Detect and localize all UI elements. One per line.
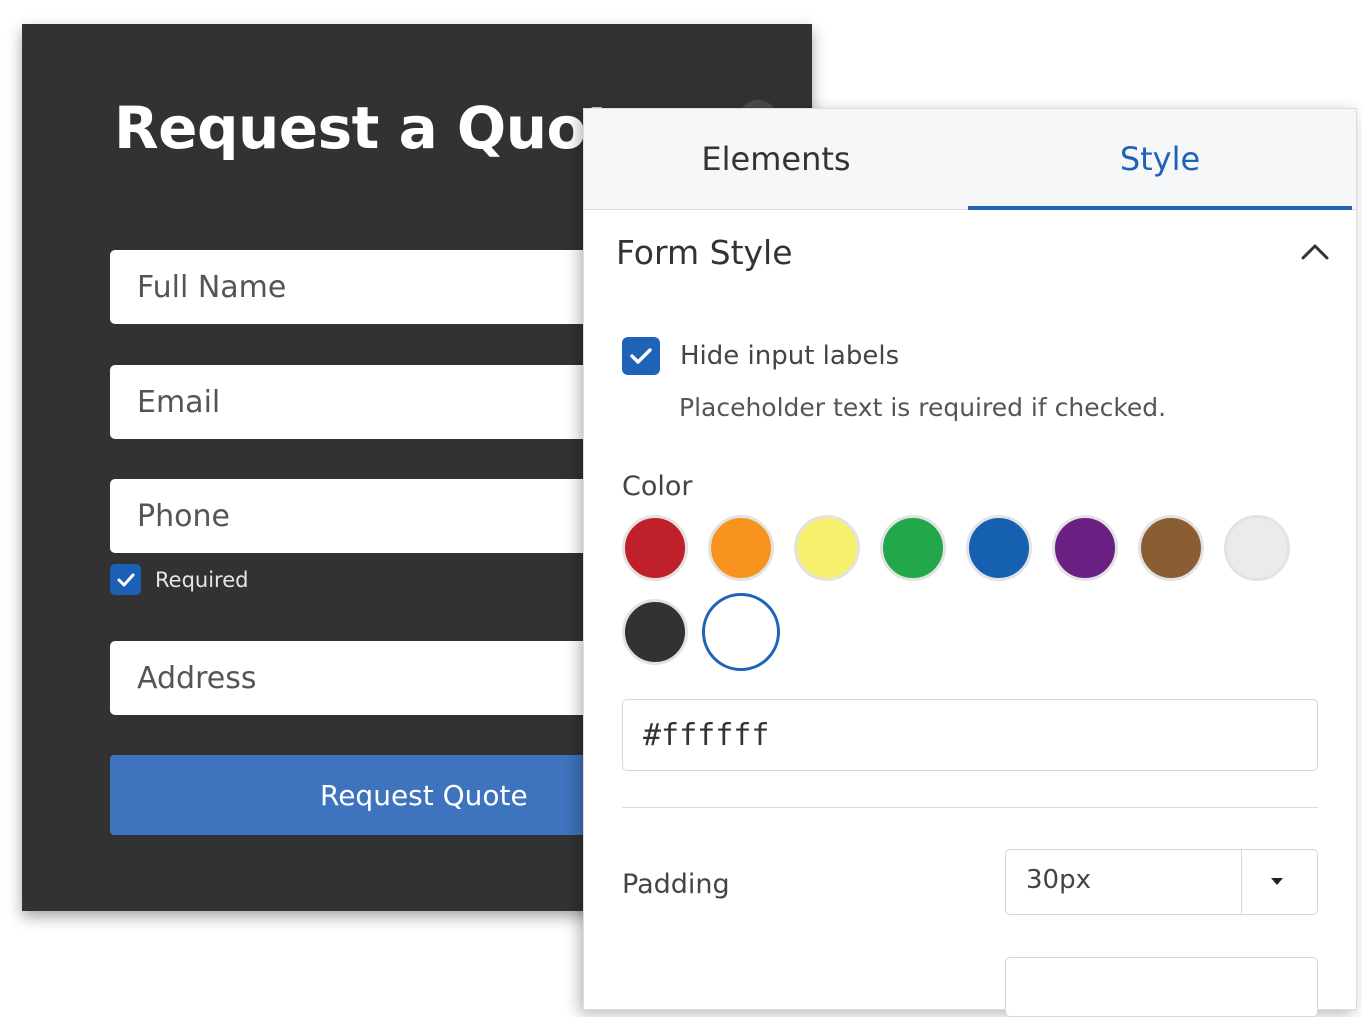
- phone-required-toggle[interactable]: Required: [110, 564, 248, 595]
- color-swatch[interactable]: [708, 515, 774, 581]
- color-swatch[interactable]: [622, 599, 688, 665]
- panel-tabs: Elements Style: [584, 109, 1356, 210]
- form-style-section-header[interactable]: Form Style: [584, 209, 1356, 295]
- select-divider: [1241, 850, 1242, 914]
- checkmark-icon: [117, 573, 134, 586]
- required-checkbox[interactable]: [110, 564, 141, 595]
- color-swatch[interactable]: [1224, 515, 1290, 581]
- padding-select[interactable]: 30px: [1005, 849, 1318, 915]
- full-name-placeholder: Full Name: [137, 269, 287, 305]
- color-swatch[interactable]: [794, 515, 860, 581]
- color-swatch[interactable]: [1138, 515, 1204, 581]
- padding-value: 30px: [1026, 865, 1091, 895]
- hide-labels-hint: Placeholder text is required if checked.: [679, 393, 1167, 422]
- style-panel: Elements Style Form Style Hide input lab…: [583, 108, 1357, 1017]
- hex-color-input[interactable]: [622, 699, 1318, 771]
- color-swatch[interactable]: [702, 593, 780, 671]
- form-title: Request a Quote: [114, 94, 652, 162]
- caret-down-icon[interactable]: [1269, 875, 1285, 887]
- tab-style[interactable]: Style: [968, 109, 1352, 210]
- color-swatch[interactable]: [966, 515, 1032, 581]
- checkmark-icon: [630, 348, 652, 364]
- tab-elements[interactable]: Elements: [584, 109, 968, 209]
- phone-placeholder: Phone: [137, 498, 230, 534]
- hide-labels-checkbox[interactable]: [622, 337, 660, 375]
- hide-labels-row[interactable]: Hide input labels: [622, 337, 899, 375]
- color-swatch[interactable]: [622, 515, 688, 581]
- address-placeholder: Address: [137, 660, 257, 696]
- hide-labels-label: Hide input labels: [680, 341, 900, 371]
- section-title: Form Style: [616, 232, 793, 272]
- padding-label: Padding: [622, 869, 730, 900]
- divider: [622, 807, 1318, 808]
- color-label: Color: [622, 471, 693, 502]
- email-placeholder: Email: [137, 384, 221, 420]
- chevron-up-icon[interactable]: [1300, 241, 1330, 261]
- color-swatch[interactable]: [1052, 515, 1118, 581]
- required-label: Required: [155, 567, 249, 592]
- color-swatch[interactable]: [880, 515, 946, 581]
- next-setting-select[interactable]: [1005, 957, 1318, 1017]
